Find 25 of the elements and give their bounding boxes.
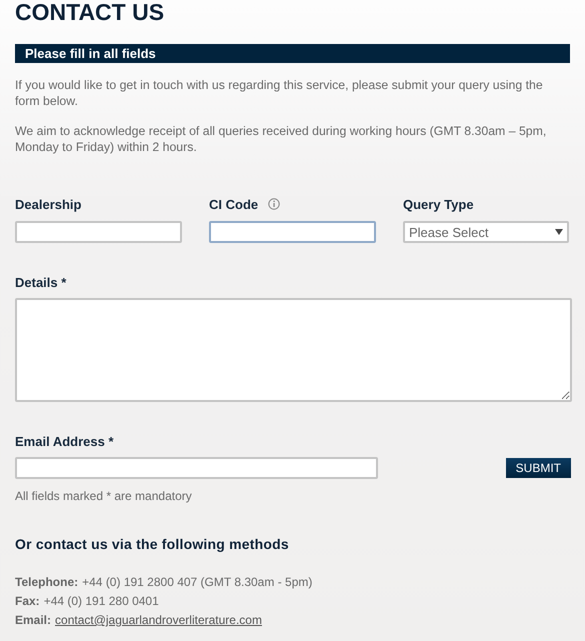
contact-value: +44 (0) 191 2800 407 (GMT 8.30am - 5pm) (82, 574, 312, 590)
field-label: Dealership (15, 196, 82, 212)
contact-label: Telephone: (15, 574, 78, 590)
email-link[interactable]: contact@jaguarlandroverliterature.com (55, 612, 262, 628)
contact-label: Email: (15, 612, 52, 628)
intro-paragraph: We aim to acknowledge receipt of all queries received during working hours (GMT 8.30am – 5pm, Monday to Friday) within 2 hours. (15, 123, 548, 155)
section-heading: Or contact us via the following methods (15, 536, 290, 552)
contact-label: Fax: (15, 593, 40, 609)
field-label: Details * (15, 275, 68, 290)
query-type-dropdown[interactable]: Please Select (403, 221, 569, 243)
intro-paragraph: If you would like to get in touch with us regarding this service, please submit your query using the form below. (15, 77, 544, 109)
text-field[interactable] (209, 221, 376, 243)
field-label: Query Type (403, 196, 474, 212)
mandatory-note: All fields marked * are mandatory (15, 489, 193, 503)
contact-value: +44 (0) 191 280 0401 (44, 593, 159, 609)
page-title: CONTACT US (15, 0, 166, 24)
caret-icon (555, 229, 563, 235)
instruction-banner: Please fill in all fields (15, 44, 570, 63)
details-field[interactable] (15, 298, 572, 402)
field-label: CI Code (209, 196, 258, 212)
info-icon[interactable] (268, 198, 280, 210)
field-label: Email Address * (15, 434, 115, 449)
submit-button[interactable]: SUBMIT (506, 458, 571, 478)
text-field[interactable] (15, 221, 182, 243)
email-field[interactable] (15, 457, 378, 479)
